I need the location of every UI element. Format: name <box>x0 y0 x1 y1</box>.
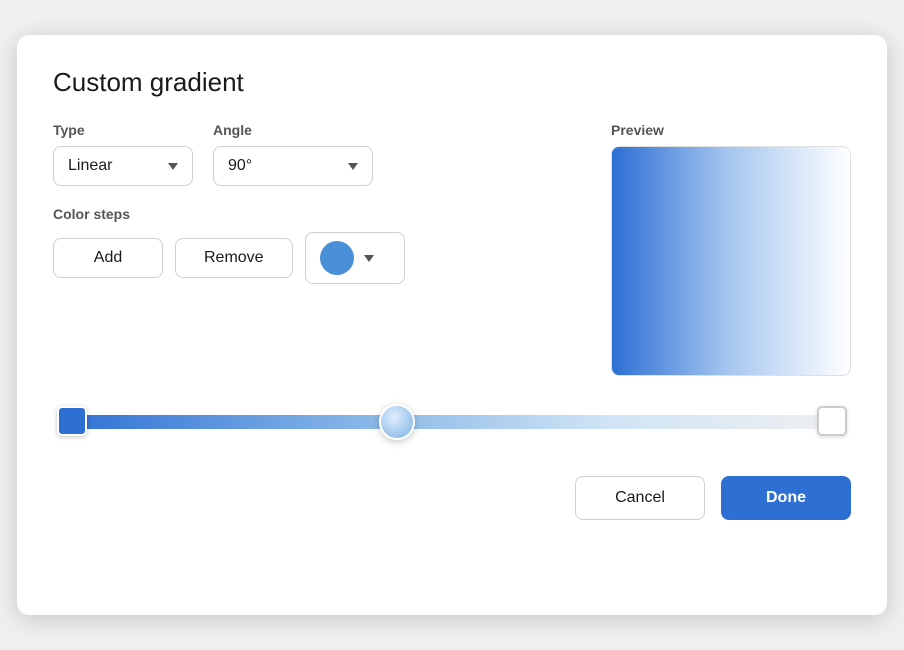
done-button[interactable]: Done <box>721 476 851 520</box>
custom-gradient-dialog: Custom gradient Type Linear Angle 90° <box>17 35 887 615</box>
preview-section: Preview <box>611 122 851 376</box>
color-picker-button[interactable] <box>305 232 405 284</box>
angle-select[interactable]: 90° <box>213 146 373 186</box>
angle-control-group: Angle 90° <box>213 122 373 186</box>
color-steps-controls: Add Remove <box>53 232 571 284</box>
cancel-button[interactable]: Cancel <box>575 476 705 520</box>
angle-label: Angle <box>213 122 373 138</box>
type-label: Type <box>53 122 193 138</box>
controls-row: Type Linear Angle 90° <box>53 122 571 186</box>
type-chevron-icon <box>168 163 178 170</box>
gradient-slider-thumb[interactable] <box>379 404 415 440</box>
gradient-slider-section <box>53 412 851 432</box>
color-steps-label: Color steps <box>53 206 571 222</box>
preview-label: Preview <box>611 122 851 138</box>
color-swatch <box>320 241 354 275</box>
top-section: Type Linear Angle 90° Color steps <box>53 122 851 376</box>
color-picker-chevron-icon <box>364 255 374 262</box>
type-control-group: Type Linear <box>53 122 193 186</box>
gradient-track-background <box>57 415 847 429</box>
add-button[interactable]: Add <box>53 238 163 278</box>
dialog-title: Custom gradient <box>53 67 851 98</box>
gradient-slider-track <box>57 412 847 432</box>
angle-chevron-icon <box>348 163 358 170</box>
left-section: Type Linear Angle 90° Color steps <box>53 122 571 284</box>
color-stop-left[interactable] <box>57 406 87 436</box>
type-select[interactable]: Linear <box>53 146 193 186</box>
preview-box <box>611 146 851 376</box>
type-select-value: Linear <box>68 157 158 175</box>
color-stop-right[interactable] <box>817 406 847 436</box>
remove-button[interactable]: Remove <box>175 238 293 278</box>
angle-select-value: 90° <box>228 157 338 175</box>
bottom-buttons: Cancel Done <box>53 476 851 520</box>
